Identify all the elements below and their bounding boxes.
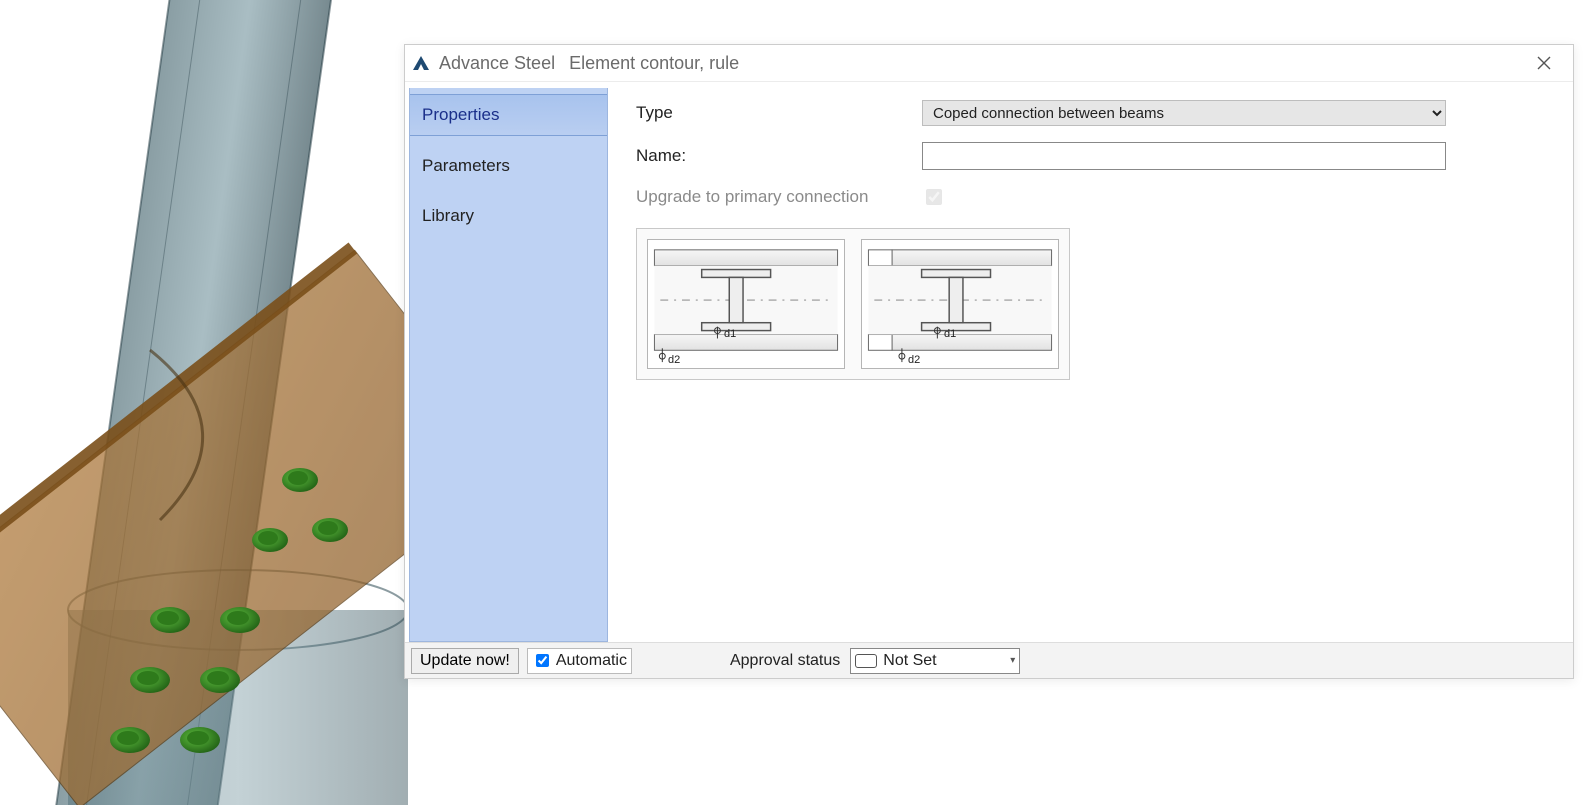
preview-thumb-2[interactable]: d1 d2 [861, 239, 1059, 369]
type-label: Type [636, 103, 922, 123]
close-button[interactable] [1521, 49, 1567, 77]
app-name: Advance Steel [439, 53, 555, 74]
preview-thumb-1[interactable]: d1 d2 [647, 239, 845, 369]
dialog-titlebar[interactable]: Advance Steel Element contour, rule [405, 45, 1573, 81]
approval-status-value: Not Set [883, 652, 936, 670]
diagram-label-d1-b: d1 [944, 328, 956, 340]
diagram-label-d2: d2 [668, 354, 680, 366]
automatic-toggle[interactable]: Automatic [527, 648, 632, 674]
sidebar-tabs: Properties Parameters Library [409, 88, 608, 642]
name-input[interactable] [922, 142, 1446, 170]
automatic-label: Automatic [556, 652, 627, 670]
dialog-bottom-bar: Update now! Automatic Approval status No… [405, 642, 1573, 678]
tab-properties[interactable]: Properties [410, 94, 607, 136]
dialog-subtitle: Element contour, rule [569, 53, 739, 74]
diagram-label-d2-b: d2 [908, 354, 920, 366]
upgrade-checkbox [926, 189, 942, 205]
update-now-button[interactable]: Update now! [411, 648, 519, 674]
tab-library[interactable]: Library [410, 196, 607, 236]
preview-thumbnails: d1 d2 [636, 228, 1070, 380]
tab-parameters[interactable]: Parameters [410, 146, 607, 186]
approval-status-label: Approval status [730, 652, 840, 670]
automatic-checkbox[interactable] [536, 654, 549, 667]
chevron-down-icon: ▾ [1010, 655, 1015, 666]
name-label: Name: [636, 146, 922, 166]
type-dropdown[interactable]: Coped connection between beams [922, 100, 1446, 126]
element-contour-dialog: Advance Steel Element contour, rule Prop… [404, 44, 1574, 679]
upgrade-label: Upgrade to primary connection [636, 187, 922, 207]
diagram-label-d1: d1 [724, 328, 736, 340]
status-swatch-icon [855, 654, 877, 668]
autodesk-advance-steel-icon [411, 53, 431, 73]
form-area: Type Coped connection between beams Name… [608, 82, 1573, 642]
approval-status-dropdown[interactable]: Not Set ▾ [850, 648, 1020, 674]
